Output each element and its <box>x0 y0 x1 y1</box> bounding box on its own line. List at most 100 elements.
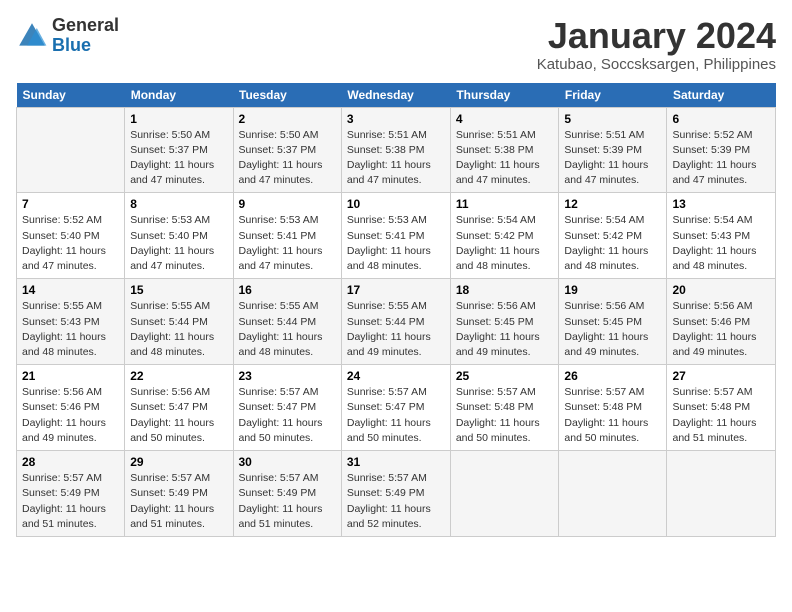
day-number: 31 <box>347 455 445 469</box>
calendar-cell: 1 Sunrise: 5:50 AM Sunset: 5:37 PM Daylig… <box>125 107 233 193</box>
day-info: Sunrise: 5:57 AM Sunset: 5:49 PM Dayligh… <box>239 472 323 530</box>
calendar-cell: 17Sunrise: 5:55 AM Sunset: 5:44 PM Dayli… <box>341 279 450 365</box>
day-info: Sunrise: 5:55 AM Sunset: 5:44 PM Dayligh… <box>239 300 323 358</box>
day-info: Sunrise: 5:51 AM Sunset: 5:38 PM Dayligh… <box>456 129 540 187</box>
day-number: 19 <box>564 283 661 297</box>
weekday-header-saturday: Saturday <box>667 83 776 108</box>
day-info: Sunrise: 5:56 AM Sunset: 5:46 PM Dayligh… <box>672 300 756 358</box>
day-info: Sunrise: 5:53 AM Sunset: 5:41 PM Dayligh… <box>347 214 431 272</box>
day-number: 30 <box>239 455 336 469</box>
day-info: Sunrise: 5:56 AM Sunset: 5:46 PM Dayligh… <box>22 386 106 444</box>
calendar-cell: 25 Sunrise: 5:57 AM Sunset: 5:48 PM Dayli… <box>450 365 559 451</box>
day-info: Sunrise: 5:54 AM Sunset: 5:42 PM Dayligh… <box>564 214 648 272</box>
subtitle: Katubao, Soccsksargen, Philippines <box>537 56 776 73</box>
day-number: 6 <box>672 112 770 126</box>
day-info: Sunrise: 5:50 AM Sunset: 5:37 PM Dayligh… <box>239 129 323 187</box>
day-number: 2 <box>239 112 336 126</box>
day-number: 27 <box>672 369 770 383</box>
day-number: 3 <box>347 112 445 126</box>
calendar-cell: 22Sunrise: 5:56 AM Sunset: 5:47 PM Dayli… <box>125 365 233 451</box>
weekday-header-monday: Monday <box>125 83 233 108</box>
weekday-header-thursday: Thursday <box>450 83 559 108</box>
calendar-cell: 4 Sunrise: 5:51 AM Sunset: 5:38 PM Daylig… <box>450 107 559 193</box>
day-info: Sunrise: 5:57 AM Sunset: 5:48 PM Dayligh… <box>456 386 540 444</box>
calendar-cell: 19 Sunrise: 5:56 AM Sunset: 5:45 PM Dayli… <box>559 279 667 365</box>
calendar-cell: 30 Sunrise: 5:57 AM Sunset: 5:49 PM Dayli… <box>233 451 341 537</box>
calendar-cell: 24 Sunrise: 5:57 AM Sunset: 5:47 PM Dayli… <box>341 365 450 451</box>
day-number: 9 <box>239 197 336 211</box>
day-number: 25 <box>456 369 554 383</box>
day-number: 23 <box>239 369 336 383</box>
day-info: Sunrise: 5:51 AM Sunset: 5:38 PM Dayligh… <box>347 129 431 187</box>
day-number: 7 <box>22 197 119 211</box>
calendar-cell: 31 Sunrise: 5:57 AM Sunset: 5:49 PM Dayli… <box>341 451 450 537</box>
day-number: 15 <box>130 283 227 297</box>
calendar-cell: 13 Sunrise: 5:54 AM Sunset: 5:43 PM Dayli… <box>667 193 776 279</box>
calendar-cell: 9Sunrise: 5:53 AM Sunset: 5:41 PM Daylig… <box>233 193 341 279</box>
week-row-5: 28Sunrise: 5:57 AM Sunset: 5:49 PM Dayli… <box>17 451 776 537</box>
calendar-cell: 5Sunrise: 5:51 AM Sunset: 5:39 PM Daylig… <box>559 107 667 193</box>
day-number: 29 <box>130 455 227 469</box>
day-number: 18 <box>456 283 554 297</box>
calendar-cell: 10 Sunrise: 5:53 AM Sunset: 5:41 PM Dayli… <box>341 193 450 279</box>
calendar-cell: 29 Sunrise: 5:57 AM Sunset: 5:49 PM Dayli… <box>125 451 233 537</box>
day-info: Sunrise: 5:55 AM Sunset: 5:44 PM Dayligh… <box>347 300 431 358</box>
day-number: 20 <box>672 283 770 297</box>
weekday-header-tuesday: Tuesday <box>233 83 341 108</box>
day-number: 1 <box>130 112 227 126</box>
calendar-header: SundayMondayTuesdayWednesdayThursdayFrid… <box>17 83 776 108</box>
week-row-4: 21Sunrise: 5:56 AM Sunset: 5:46 PM Dayli… <box>17 365 776 451</box>
calendar-cell: 21Sunrise: 5:56 AM Sunset: 5:46 PM Dayli… <box>17 365 125 451</box>
calendar-cell <box>17 107 125 193</box>
calendar-cell: 14Sunrise: 5:55 AM Sunset: 5:43 PM Dayli… <box>17 279 125 365</box>
day-info: Sunrise: 5:54 AM Sunset: 5:43 PM Dayligh… <box>672 214 756 272</box>
calendar-cell: 6 Sunrise: 5:52 AM Sunset: 5:39 PM Daylig… <box>667 107 776 193</box>
calendar-cell: 15 Sunrise: 5:55 AM Sunset: 5:44 PM Dayli… <box>125 279 233 365</box>
day-number: 12 <box>564 197 661 211</box>
calendar-cell: 27 Sunrise: 5:57 AM Sunset: 5:48 PM Dayli… <box>667 365 776 451</box>
logo-blue-text: Blue <box>52 36 119 56</box>
weekday-header-wednesday: Wednesday <box>341 83 450 108</box>
day-info: Sunrise: 5:57 AM Sunset: 5:49 PM Dayligh… <box>130 472 214 530</box>
day-info: Sunrise: 5:57 AM Sunset: 5:49 PM Dayligh… <box>22 472 106 530</box>
day-number: 22 <box>130 369 227 383</box>
page-header: General Blue January 2024 Katubao, Soccs… <box>16 16 776 73</box>
calendar-cell <box>559 451 667 537</box>
logo-text: General Blue <box>52 16 119 56</box>
day-info: Sunrise: 5:57 AM Sunset: 5:47 PM Dayligh… <box>347 386 431 444</box>
day-info: Sunrise: 5:56 AM Sunset: 5:45 PM Dayligh… <box>564 300 648 358</box>
calendar-cell: 3 Sunrise: 5:51 AM Sunset: 5:38 PM Daylig… <box>341 107 450 193</box>
main-title: January 2024 <box>537 16 776 56</box>
calendar-cell: 2 Sunrise: 5:50 AM Sunset: 5:37 PM Daylig… <box>233 107 341 193</box>
day-info: Sunrise: 5:55 AM Sunset: 5:44 PM Dayligh… <box>130 300 214 358</box>
calendar-table: SundayMondayTuesdayWednesdayThursdayFrid… <box>16 83 776 537</box>
day-info: Sunrise: 5:54 AM Sunset: 5:42 PM Dayligh… <box>456 214 540 272</box>
logo: General Blue <box>16 16 119 56</box>
weekday-header-row: SundayMondayTuesdayWednesdayThursdayFrid… <box>17 83 776 108</box>
calendar-cell: 7Sunrise: 5:52 AM Sunset: 5:40 PM Daylig… <box>17 193 125 279</box>
week-row-3: 14Sunrise: 5:55 AM Sunset: 5:43 PM Dayli… <box>17 279 776 365</box>
day-number: 4 <box>456 112 554 126</box>
day-info: Sunrise: 5:52 AM Sunset: 5:39 PM Dayligh… <box>672 129 756 187</box>
day-info: Sunrise: 5:50 AM Sunset: 5:37 PM Dayligh… <box>130 129 214 187</box>
day-number: 26 <box>564 369 661 383</box>
logo-icon <box>16 20 48 52</box>
day-info: Sunrise: 5:55 AM Sunset: 5:43 PM Dayligh… <box>22 300 106 358</box>
calendar-cell: 11 Sunrise: 5:54 AM Sunset: 5:42 PM Dayli… <box>450 193 559 279</box>
calendar-cell: 28Sunrise: 5:57 AM Sunset: 5:49 PM Dayli… <box>17 451 125 537</box>
calendar-cell: 26Sunrise: 5:57 AM Sunset: 5:48 PM Dayli… <box>559 365 667 451</box>
day-number: 11 <box>456 197 554 211</box>
day-number: 10 <box>347 197 445 211</box>
day-number: 13 <box>672 197 770 211</box>
calendar-cell: 12 Sunrise: 5:54 AM Sunset: 5:42 PM Dayli… <box>559 193 667 279</box>
calendar-cell: 20 Sunrise: 5:56 AM Sunset: 5:46 PM Dayli… <box>667 279 776 365</box>
day-info: Sunrise: 5:56 AM Sunset: 5:45 PM Dayligh… <box>456 300 540 358</box>
logo-general-text: General <box>52 16 119 36</box>
day-number: 24 <box>347 369 445 383</box>
day-info: Sunrise: 5:57 AM Sunset: 5:49 PM Dayligh… <box>347 472 431 530</box>
title-block: January 2024 Katubao, Soccsksargen, Phil… <box>537 16 776 73</box>
day-number: 16 <box>239 283 336 297</box>
calendar-cell <box>450 451 559 537</box>
day-info: Sunrise: 5:57 AM Sunset: 5:47 PM Dayligh… <box>239 386 323 444</box>
day-info: Sunrise: 5:57 AM Sunset: 5:48 PM Dayligh… <box>672 386 756 444</box>
